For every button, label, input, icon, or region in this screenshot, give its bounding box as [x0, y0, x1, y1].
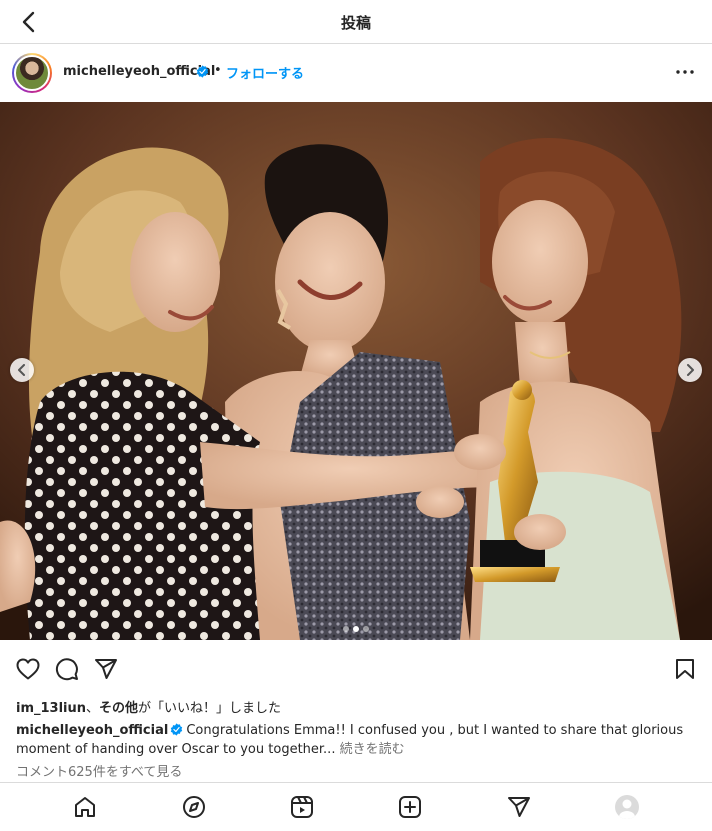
read-more-link[interactable]: 続きを読む [340, 742, 405, 757]
view-all-comments-link[interactable]: コメント625件をすべて見る [16, 761, 182, 780]
nav-home[interactable] [72, 794, 98, 820]
reels-icon [291, 796, 313, 818]
verified-badge-icon [171, 723, 183, 736]
post-header: michelleyeoh_official • フォローする [0, 44, 712, 102]
profile-icon [615, 795, 639, 819]
like-button[interactable] [15, 656, 41, 682]
post-actions [0, 648, 712, 688]
send-icon [95, 659, 117, 679]
carousel-dot [363, 626, 369, 632]
caption-username[interactable]: michelleyeoh_official [16, 723, 168, 738]
comment-button[interactable] [54, 656, 80, 682]
nav-profile[interactable] [614, 794, 640, 820]
carousel-next-button[interactable] [678, 358, 702, 382]
page-title: 投稿 [340, 14, 371, 32]
nav-direct[interactable] [506, 794, 532, 820]
nav-new-post[interactable] [397, 794, 423, 820]
carousel-dot-active [353, 626, 359, 632]
nav-explore[interactable] [181, 794, 207, 820]
follow-button[interactable]: フォローする [226, 63, 304, 82]
new-post-icon [399, 796, 421, 818]
more-horizontal-icon [676, 70, 694, 74]
more-options-button[interactable] [674, 62, 696, 82]
separator-dot: • [214, 63, 222, 78]
likes-others-link[interactable]: その他 [99, 701, 138, 716]
bookmark-icon [676, 659, 694, 679]
explore-icon [183, 796, 205, 818]
carousel-indicator [0, 626, 712, 632]
bottom-nav [0, 782, 712, 831]
likes-suffix: が「いいね！」しました [138, 701, 282, 716]
heart-icon [16, 658, 40, 680]
comment-icon [55, 658, 78, 681]
post-caption: michelleyeoh_official Congratulations Em… [16, 721, 700, 759]
likes-separator: 、 [86, 701, 100, 716]
liked-by-user[interactable]: im_13liun [16, 701, 86, 716]
avatar[interactable] [12, 53, 52, 93]
verified-badge-icon [196, 65, 209, 78]
chevron-left-icon [18, 364, 25, 376]
post-photo-image [0, 102, 712, 640]
nav-reels[interactable] [289, 794, 315, 820]
share-button[interactable] [93, 656, 119, 682]
direct-icon [508, 797, 530, 817]
carousel-dot [343, 626, 349, 632]
home-icon [75, 797, 95, 817]
top-bar: 投稿 [0, 0, 712, 44]
post-photo[interactable] [0, 102, 712, 640]
post-username[interactable]: michelleyeoh_official [63, 64, 215, 79]
save-button[interactable] [672, 656, 698, 682]
likes-line: im_13liun、その他が「いいね！」しました [16, 697, 281, 716]
chevron-right-icon [687, 364, 694, 376]
carousel-prev-button[interactable] [10, 358, 34, 382]
